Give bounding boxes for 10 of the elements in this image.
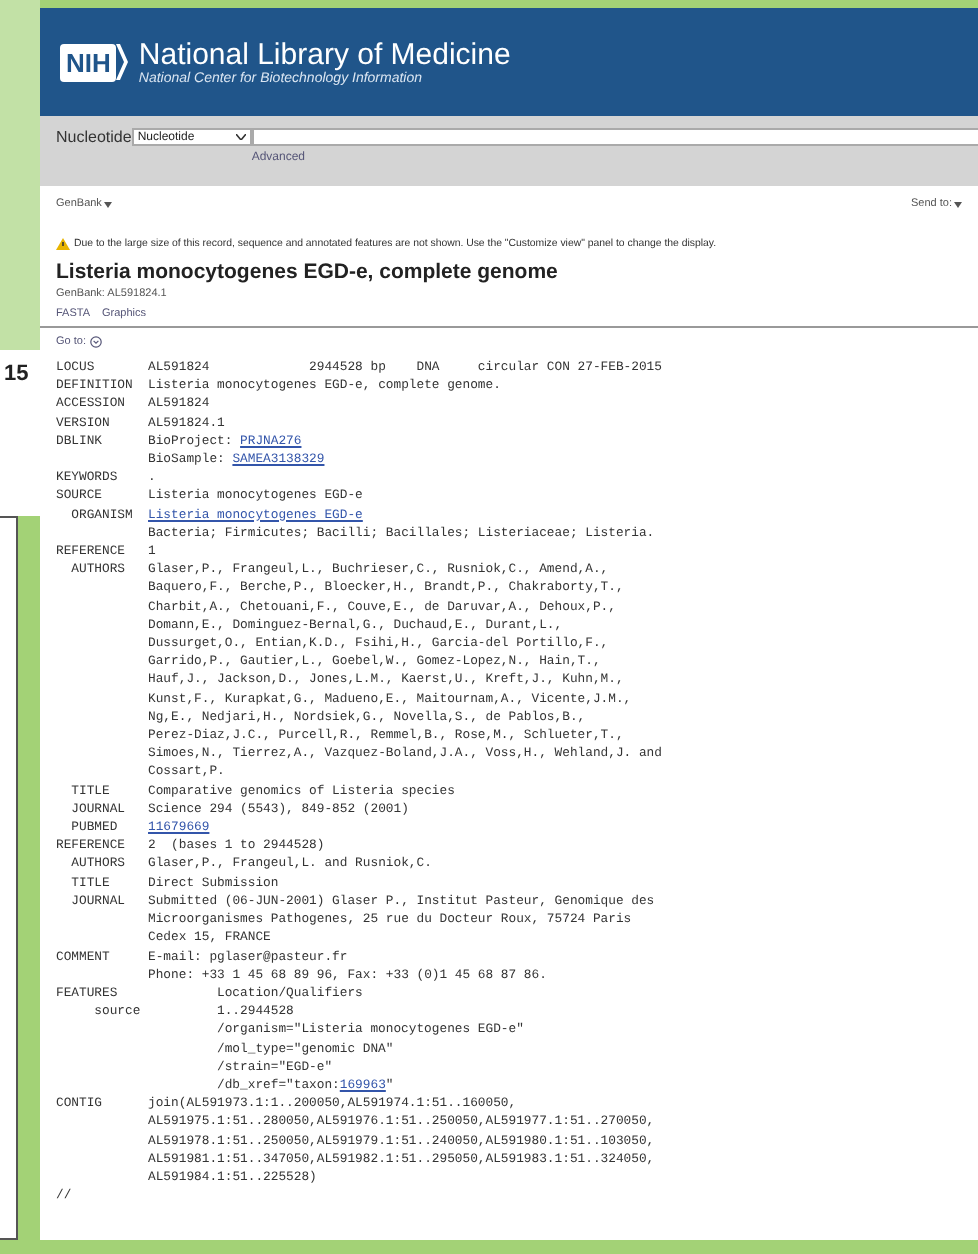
search-field[interactable] [251,128,978,146]
chevron-icon [89,336,102,348]
warning-icon [56,238,70,250]
database-label: Nucleotide [56,128,132,150]
caret-icon [235,134,246,140]
record-title: Listeria monocytogenes EGD-e, complete genome [56,260,560,284]
slide-number: 15 [4,362,29,386]
caret-icon [103,201,112,207]
caret-icon [954,201,962,207]
site-title: National Library of Medicine [138,39,511,71]
